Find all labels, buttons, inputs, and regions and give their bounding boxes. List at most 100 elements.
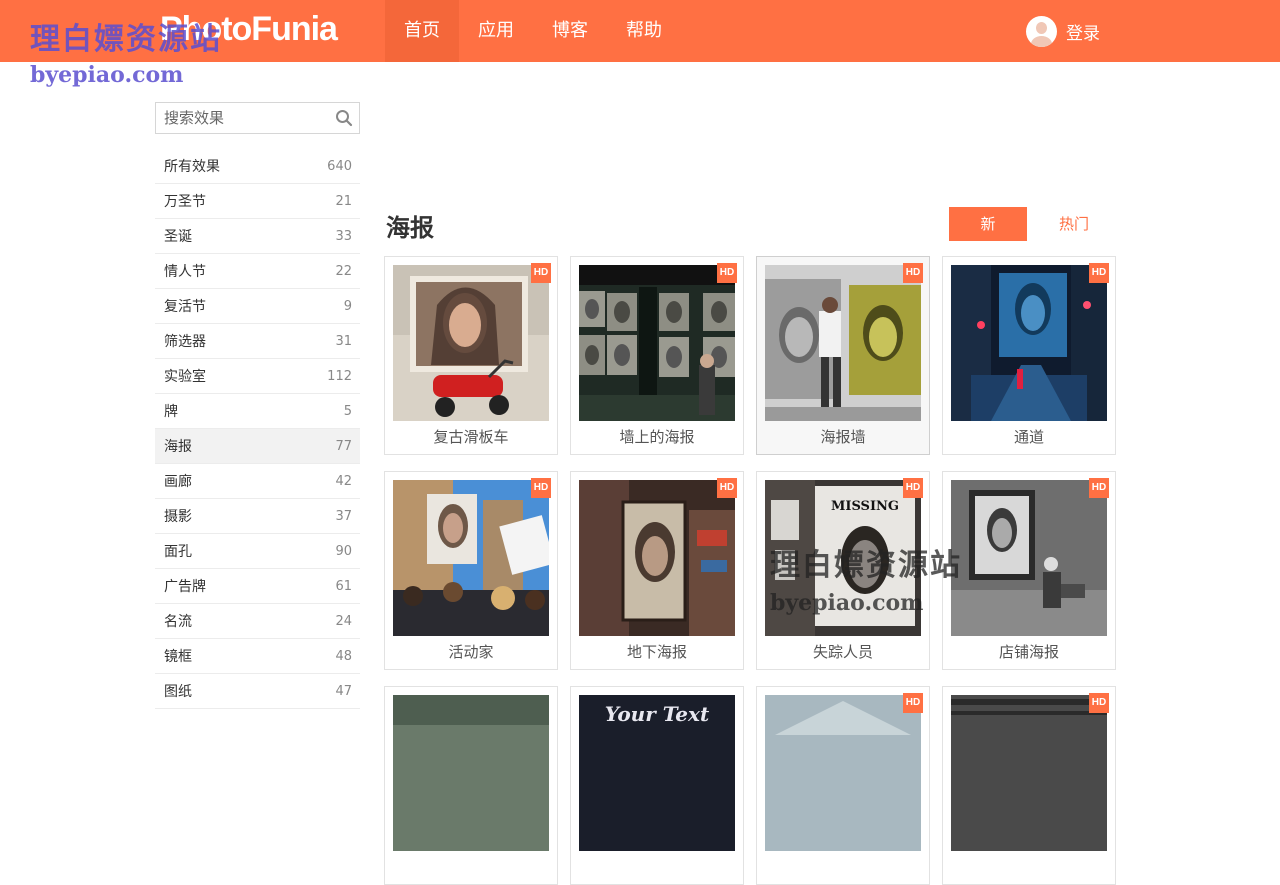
category-item[interactable]: 筛选器 31: [155, 324, 360, 359]
nav-help[interactable]: 帮助: [607, 0, 681, 62]
category-count: 31: [335, 333, 352, 349]
category-name: 海报: [164, 439, 192, 455]
category-name: 广告牌: [164, 579, 206, 595]
category-item[interactable]: 摄影 37: [155, 499, 360, 534]
category-item[interactable]: 面孔 90: [155, 534, 360, 569]
hd-badge: HD: [531, 478, 551, 498]
category-item-active[interactable]: 海报 77: [155, 429, 360, 464]
posters-on-wall-thumb: [579, 265, 735, 421]
category-item[interactable]: 牌5: [155, 394, 360, 429]
effect-label: 墙上的海报: [619, 428, 695, 446]
nav-blog[interactable]: 博客: [533, 0, 607, 62]
login-label: 登录: [1066, 24, 1100, 44]
row3-thumb-2: Your Text: [579, 695, 735, 851]
missing-overlay-text: MISSING: [831, 499, 899, 514]
effect-card[interactable]: HD 活动家: [384, 471, 558, 670]
hd-badge: HD: [1089, 263, 1109, 283]
effect-label: 复古滑板车: [433, 428, 509, 446]
watermark-url: byepiao.com: [770, 590, 924, 616]
category-name: 万圣节: [164, 194, 206, 210]
effect-label: 海报墙: [820, 428, 866, 446]
category-name: 实验室: [164, 369, 206, 385]
category-item[interactable]: 图纸 47: [155, 674, 360, 709]
category-name: 圣诞: [164, 229, 192, 245]
category-item[interactable]: 所有效果 640: [155, 149, 360, 184]
poster-wall-thumb: [765, 265, 921, 421]
effect-card[interactable]: HD 地下海报: [570, 471, 744, 670]
hd-badge: HD: [1089, 478, 1109, 498]
category-count: 90: [335, 543, 352, 559]
effect-card[interactable]: Your Text: [570, 686, 744, 885]
effect-card-hovered[interactable]: HD 海报墙: [756, 256, 930, 455]
shop-poster-thumb: [951, 480, 1107, 636]
effect-card[interactable]: HD 通道: [942, 256, 1116, 455]
effect-label: 地下海报: [626, 643, 687, 661]
category-count: 21: [335, 193, 352, 209]
category-name: 牌: [164, 404, 178, 420]
category-item[interactable]: 画廊 42: [155, 464, 360, 499]
user-avatar-icon: [1026, 16, 1057, 47]
hd-badge: HD: [903, 693, 923, 713]
category-name: 摄影: [164, 509, 192, 525]
hd-badge: HD: [531, 263, 551, 283]
category-count: 47: [335, 683, 352, 699]
effect-card[interactable]: HD 店铺海报: [942, 471, 1116, 670]
category-count: 61: [335, 578, 352, 594]
category-name: 复活节: [164, 299, 206, 315]
effect-label: 通道: [1013, 428, 1044, 446]
nav-apps[interactable]: 应用: [459, 0, 533, 62]
effect-card[interactable]: HD 墙上的海报: [570, 256, 744, 455]
category-count: 9: [343, 298, 352, 314]
row3-thumb-3: [765, 695, 921, 851]
category-item[interactable]: 名流 24: [155, 604, 360, 639]
effect-card[interactable]: [384, 686, 558, 885]
effect-card[interactable]: HD 复古滑板车: [384, 256, 558, 455]
hd-badge: HD: [1089, 693, 1109, 713]
category-item[interactable]: 万圣节 21: [155, 184, 360, 219]
activist-sign-thumb: [393, 480, 549, 636]
hd-badge: HD: [717, 478, 737, 498]
category-count: 33: [335, 228, 352, 244]
effect-label: 店铺海报: [998, 643, 1059, 661]
effect-label: 失踪人员: [812, 643, 873, 661]
alley-passage-thumb: [951, 265, 1107, 421]
category-item[interactable]: 情人节 22: [155, 254, 360, 289]
sort-new-button[interactable]: 新: [949, 207, 1027, 241]
sort-popular-button[interactable]: 热门: [1035, 207, 1113, 241]
watermark-title: 理白嫖资源站: [770, 548, 962, 583]
category-list: 所有效果 640 万圣节 21 圣诞 33 情人节 22 复活节 9 筛选器 31 实验室 1…: [155, 149, 360, 709]
hd-badge: HD: [717, 263, 737, 283]
category-count: 37: [335, 508, 352, 524]
category-name: 名流: [164, 614, 192, 630]
effect-label: 活动家: [448, 643, 494, 661]
search-box: [155, 102, 360, 134]
category-item[interactable]: 复活节 9: [155, 289, 360, 324]
category-item[interactable]: 圣诞 33: [155, 219, 360, 254]
search-icon[interactable]: [335, 109, 353, 127]
effect-card[interactable]: HD: [942, 686, 1116, 885]
category-item[interactable]: 广告牌 61: [155, 569, 360, 604]
category-name: 所有效果: [164, 159, 220, 175]
category-count: 77: [335, 438, 352, 454]
main-nav: 首页 应用 博客 帮助: [385, 0, 681, 62]
vintage-scooter-poster-thumb: [393, 265, 549, 421]
category-count: 42: [335, 473, 352, 489]
search-input[interactable]: [156, 103, 326, 133]
category-count: 640: [327, 158, 352, 174]
category-name: 镜框: [164, 649, 192, 665]
watermark-url: byepiao.com: [30, 62, 184, 88]
category-count: 24: [335, 613, 352, 629]
category-count: 5: [343, 403, 352, 419]
hd-badge: HD: [903, 263, 923, 283]
login-button[interactable]: 登录: [1026, 16, 1100, 47]
category-item[interactable]: 实验室 112: [155, 359, 360, 394]
underground-poster-thumb: [579, 480, 735, 636]
category-item[interactable]: 镜框 48: [155, 639, 360, 674]
effect-card[interactable]: HD: [756, 686, 930, 885]
category-count: 112: [327, 368, 352, 384]
nav-home[interactable]: 首页: [385, 0, 459, 62]
category-count: 22: [335, 263, 352, 279]
your-text-overlay: Your Text: [605, 702, 710, 726]
row3-thumb-4: [951, 695, 1107, 851]
row3-thumb-1: [393, 695, 549, 851]
